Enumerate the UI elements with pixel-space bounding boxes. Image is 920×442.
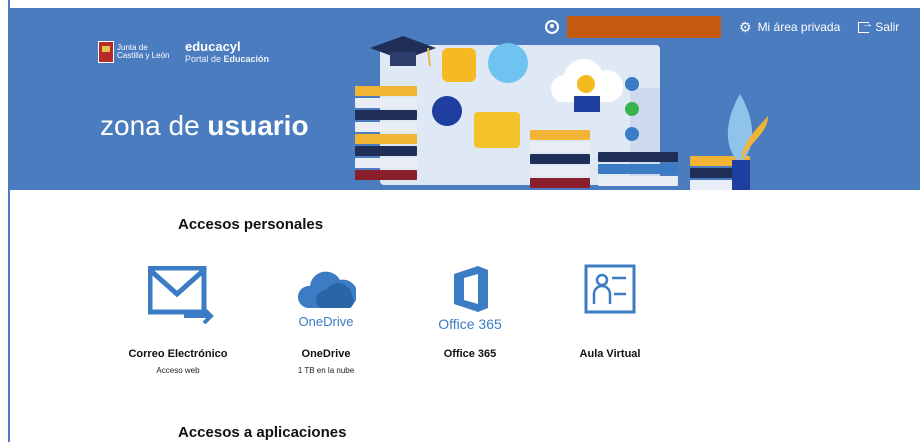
jcyl-crest-icon [98, 41, 114, 63]
tile-email-label: Correo Electrónico [128, 348, 228, 360]
tile-onedrive-sub: 1 TB en la nube [297, 366, 355, 375]
header-banner: ⚙ Mi área privada Salir Junta de Castill… [10, 8, 920, 190]
phone-icon [625, 127, 639, 141]
jcyl-logo-text: Junta de Castilla y León [117, 43, 170, 60]
tile-office365-label: Office 365 [443, 348, 497, 360]
top-user-bar: ⚙ Mi área privada Salir [545, 16, 899, 38]
gear-icon: ⚙ [739, 18, 752, 35]
office-icon [454, 266, 488, 312]
graduation-cap-icon [370, 36, 436, 67]
tile-onedrive-label: OneDrive [301, 348, 351, 360]
book-stack-right [598, 150, 678, 186]
plant-icon [727, 94, 768, 190]
logout-label: Salir [875, 20, 900, 34]
people-icon [432, 96, 462, 126]
office365-brand-text: Office 365 [438, 316, 502, 332]
logout-icon [858, 18, 873, 33]
page-title: zona de usuario [100, 110, 309, 141]
cloud-icon [297, 271, 356, 308]
educacyl-logo: educacyl Portal de Educación [185, 39, 270, 65]
book-stack-center [530, 128, 590, 188]
gear-sticker-icon [488, 43, 528, 83]
tile-aula-virtual-label: Aula Virtual [579, 348, 641, 360]
video-icon [625, 102, 639, 116]
key-icon [442, 48, 476, 82]
book-stack-left [355, 84, 417, 180]
brand-logos[interactable]: Junta de Castilla y León educacyl Portal… [98, 40, 269, 64]
onedrive-brand-text: OneDrive [298, 314, 354, 329]
logout-link[interactable]: Salir [840, 18, 900, 34]
personal-access-title: Accesos personales [178, 216, 324, 233]
private-area-link[interactable]: ⚙ Mi área privada [721, 19, 840, 36]
mail-icon [148, 266, 214, 324]
portal-subtitle: Portal de Educación [185, 54, 270, 64]
tile-email-sub: Acceso web [156, 366, 200, 375]
classroom-icon [584, 264, 636, 314]
cloud-idea-icon [551, 58, 624, 112]
user-icon[interactable] [545, 20, 559, 34]
portal-name: educacyl [185, 39, 241, 54]
redacted-username [567, 16, 721, 38]
apps-access-title: Accesos a aplicaciones [178, 424, 347, 441]
chat-bubble-icon [474, 112, 520, 148]
private-area-label: Mi área privada [757, 20, 841, 34]
mic-icon [625, 77, 639, 91]
